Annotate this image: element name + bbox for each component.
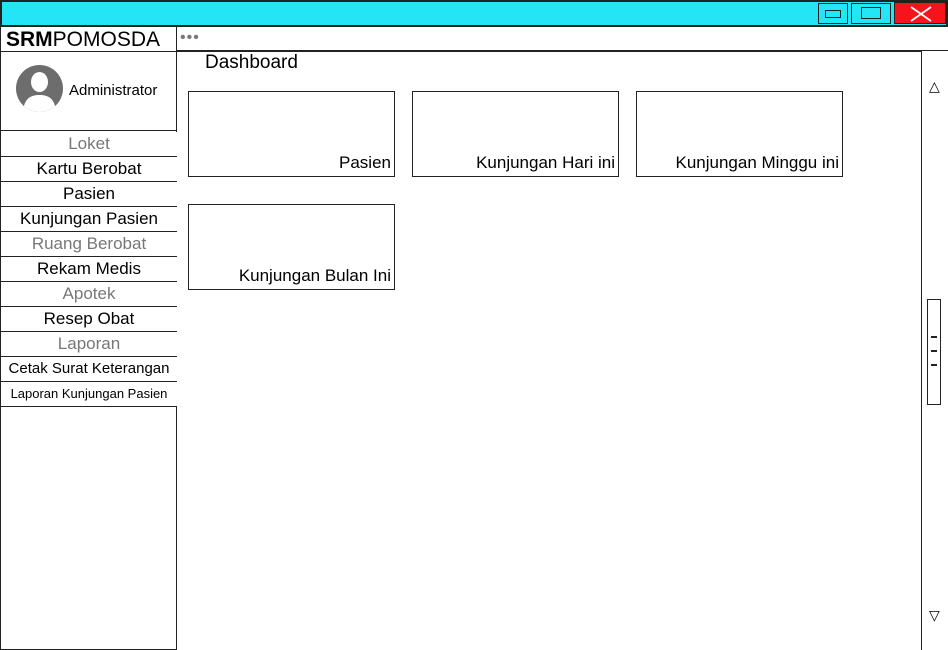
sidebar-section-ruang-berobat: Ruang Berobat — [1, 232, 177, 257]
card-label: Kunjungan Bulan Ini — [238, 266, 391, 285]
sidebar-item-kartu-berobat[interactable]: Kartu Berobat — [1, 157, 177, 182]
more-options-icon[interactable]: ••• — [180, 27, 200, 49]
grip-line — [931, 336, 937, 338]
sidebar-item-laporan-kunjungan-pasien[interactable]: Laporan Kunjungan Pasien — [1, 382, 177, 407]
sidebar-item-kunjungan-pasien[interactable]: Kunjungan Pasien — [1, 207, 177, 232]
vertical-scrollbar[interactable]: △ ▽ — [921, 51, 948, 650]
brand-rest: POMOSDA — [52, 28, 161, 51]
card-label: Kunjungan Minggu ini — [675, 153, 839, 172]
page-title: Dashboard — [205, 52, 298, 73]
user-avatar-icon — [16, 65, 63, 112]
minimize-button[interactable] — [818, 3, 848, 24]
scroll-down-icon[interactable]: ▽ — [929, 608, 940, 622]
sidebar-section-loket: Loket — [1, 132, 177, 157]
grip-line — [931, 350, 937, 352]
scroll-up-icon[interactable]: △ — [929, 79, 940, 93]
sidebar-section-laporan: Laporan — [1, 332, 177, 357]
user-profile: Administrator — [1, 51, 177, 131]
maximize-button[interactable] — [851, 3, 891, 24]
card-label: Kunjungan Hari ini — [476, 153, 615, 172]
grip-line — [931, 364, 937, 366]
brand-bold: SRM — [6, 28, 53, 51]
card-pasien[interactable]: Pasien — [188, 91, 395, 177]
card-label: Pasien — [339, 153, 391, 172]
close-icon — [910, 6, 932, 22]
sidebar-item-rekam-medis[interactable]: Rekam Medis — [1, 257, 177, 282]
sidebar-item-cetak-surat-keterangan[interactable]: Cetak Surat Keterangan — [1, 357, 177, 382]
card-kunjungan-minggu-ini[interactable]: Kunjungan Minggu ini — [636, 91, 843, 177]
close-button[interactable] — [894, 2, 946, 24]
sidebar-item-pasien[interactable]: Pasien — [1, 182, 177, 207]
user-name: Administrator — [69, 82, 158, 99]
sidebar: Administrator Loket Kartu Berobat Pasien Ku… — [0, 51, 177, 650]
sidebar-item-resep-obat[interactable]: Resep Obat — [1, 307, 177, 332]
window-title-bar — [0, 0, 948, 27]
scroll-thumb[interactable] — [927, 299, 941, 405]
card-kunjungan-bulan-ini[interactable]: Kunjungan Bulan Ini — [188, 204, 395, 290]
app-logo[interactable]: SRMPOMOSDA — [0, 27, 177, 52]
card-kunjungan-hari-ini[interactable]: Kunjungan Hari ini — [412, 91, 619, 177]
sidebar-section-apotek: Apotek — [1, 282, 177, 307]
